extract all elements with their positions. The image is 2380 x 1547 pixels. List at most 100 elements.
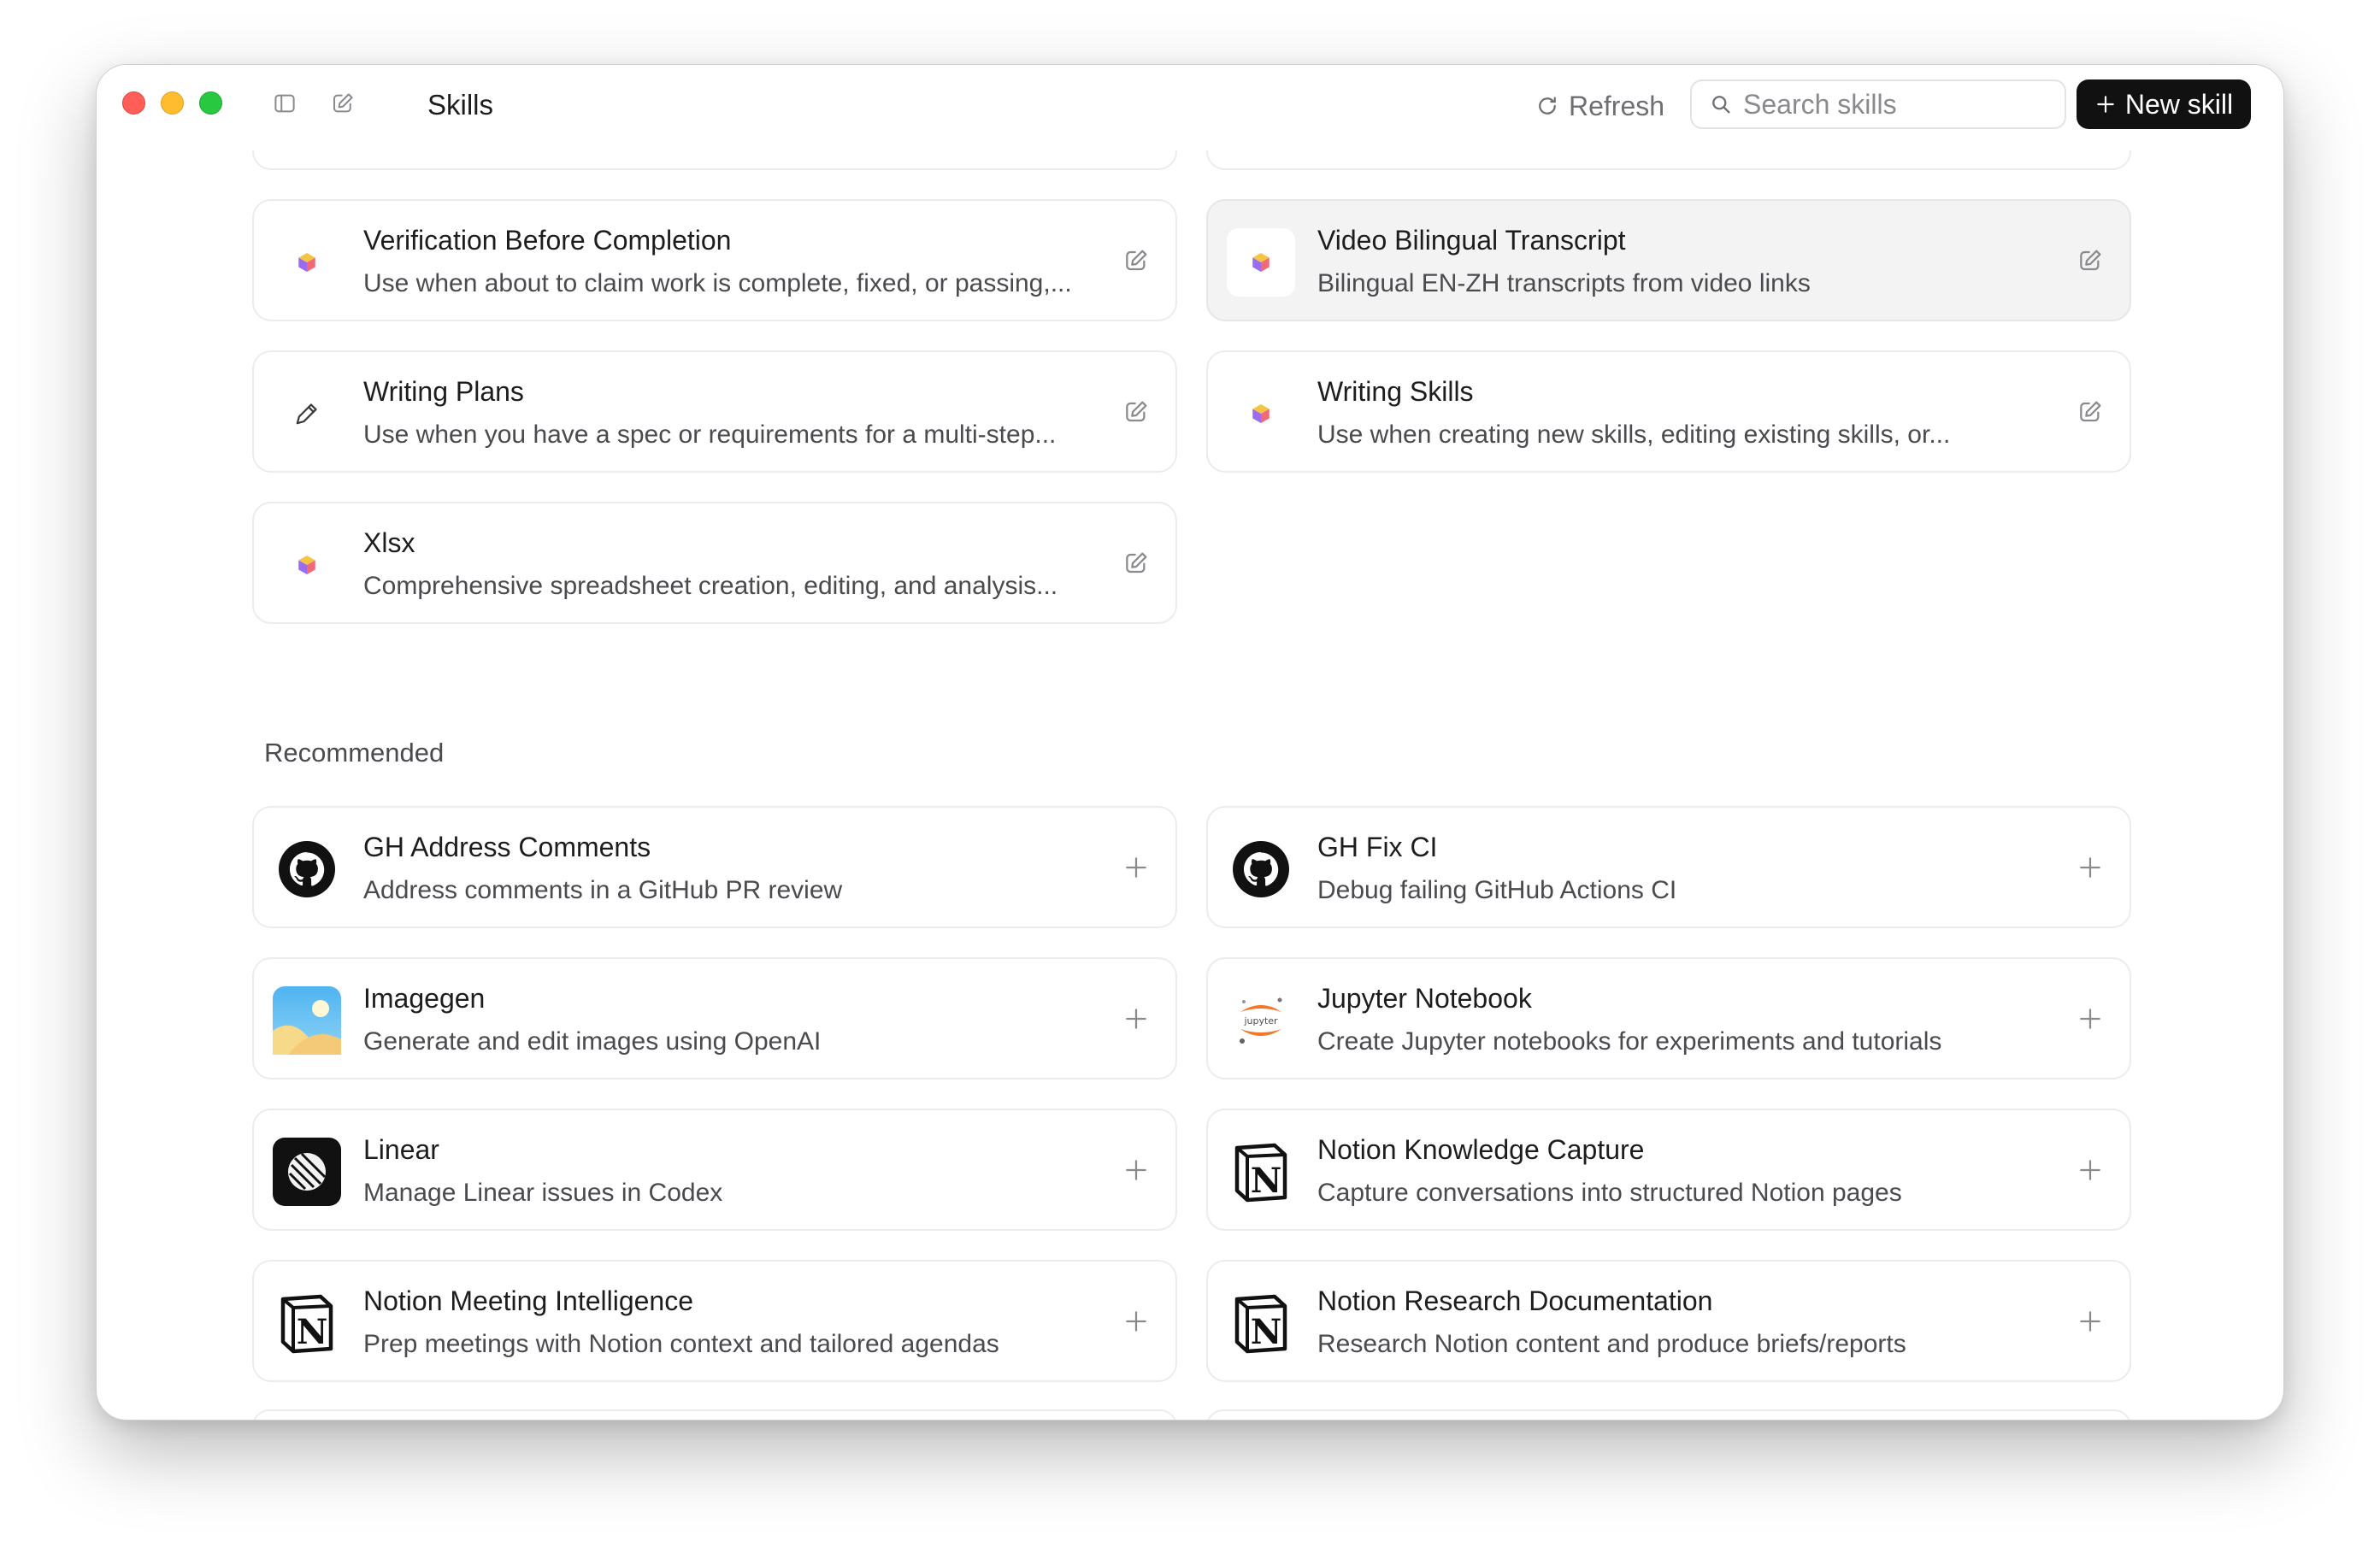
edit-skill-button[interactable] (2073, 244, 2107, 278)
plus-icon (2077, 1308, 2104, 1335)
skill-description: Debug failing GitHub Actions CI (1317, 876, 1677, 904)
plus-icon (1122, 1005, 1150, 1032)
search-placeholder: Search skills (1743, 88, 1897, 120)
recommended-heading: Recommended (264, 738, 445, 768)
plus-icon (1122, 1308, 1150, 1335)
add-skill-button[interactable] (1119, 850, 1153, 885)
edit-skill-button[interactable] (1119, 395, 1153, 429)
jupyter-wordmark: jupyter (1243, 1015, 1278, 1026)
add-skill-button[interactable] (2073, 850, 2107, 885)
recommended-skill-card[interactable]: N Notion Research Documentation Research N… (1206, 1260, 2131, 1382)
skills-content: Using SuperpowersUse when starting any c… (97, 65, 2283, 1420)
pencil-icon (273, 379, 341, 448)
search-input[interactable]: Search skills (1690, 79, 2066, 129)
new-skill-label: New skill (2124, 88, 2234, 120)
github-icon (1227, 835, 1295, 903)
installed-skill-card[interactable]: Video Bilingual Transcript Bilingual EN-Z… (1206, 199, 2131, 321)
notion-wordmark: N (1251, 1312, 1282, 1352)
recommended-skill-card[interactable]: GH Address Comments Address comments in a… (252, 806, 1177, 928)
skill-name: Writing Skills (1317, 376, 1474, 407)
installed-skill-card[interactable]: Xlsx Comprehensive spreadsheet creation, … (252, 502, 1177, 624)
installed-skill-card[interactable]: Verification Before Completion Use when a… (252, 199, 1177, 321)
close-window-button[interactable] (122, 91, 145, 115)
sidebar-toggle-icon[interactable] (269, 88, 300, 119)
skill-description: Create Jupyter notebooks for experiments… (1317, 1027, 1942, 1056)
cube-icon (273, 228, 341, 297)
skill-name: Verification Before Completion (363, 225, 732, 256)
partial-card (252, 1409, 1177, 1420)
edit-skill-button[interactable] (1119, 244, 1153, 278)
edit-icon (1122, 247, 1150, 274)
minimize-window-button[interactable] (161, 91, 184, 115)
skill-name: Writing Plans (363, 376, 524, 407)
next-row-partial (252, 1409, 2131, 1420)
recommended-skill-card[interactable]: N Notion Meeting Intelligence Prep meeting… (252, 1260, 1177, 1382)
edit-icon (2077, 398, 2104, 426)
skill-description: Manage Linear issues in Codex (363, 1179, 723, 1207)
refresh-icon (1539, 97, 1556, 115)
add-skill-button[interactable] (1119, 1304, 1153, 1338)
skill-name: Video Bilingual Transcript (1317, 225, 1626, 256)
notion-icon: N (1227, 1289, 1295, 1357)
notion-icon: N (1227, 1138, 1295, 1206)
add-skill-button[interactable] (1119, 1153, 1153, 1187)
notion-wordmark: N (297, 1312, 328, 1352)
skill-name: Linear (363, 1134, 439, 1165)
search-icon (1712, 96, 1730, 114)
cube-icon (1227, 379, 1295, 448)
title-bar: Skills Refresh Search skills New skill (97, 65, 2283, 150)
plus-icon (1122, 1156, 1150, 1184)
skill-name: Notion Knowledge Capture (1317, 1134, 1645, 1165)
edit-skill-button[interactable] (2073, 395, 2107, 429)
recommended-skill-card[interactable]: N Notion Knowledge Capture Capture convers… (1206, 1109, 2131, 1231)
recommended-skill-card[interactable]: GH Fix CI Debug failing GitHub Actions CI (1206, 806, 2131, 928)
add-skill-button[interactable] (1119, 1002, 1153, 1036)
notion-wordmark: N (1251, 1161, 1282, 1201)
skill-description: Capture conversations into structured No… (1317, 1179, 1902, 1207)
add-skill-button[interactable] (2073, 1304, 2107, 1338)
maximize-window-button[interactable] (199, 91, 222, 115)
plus-icon (2097, 96, 2114, 113)
skill-description: Use when creating new skills, editing ex… (1317, 421, 1951, 449)
edit-skill-button[interactable] (1119, 546, 1153, 580)
skill-name: GH Fix CI (1317, 832, 1438, 862)
linear-icon (273, 1138, 341, 1206)
edit-icon (1122, 398, 1150, 426)
partial-card (1206, 1409, 2131, 1420)
image-icon (273, 986, 341, 1055)
skill-description: Research Notion content and produce brie… (1317, 1330, 1906, 1358)
recommended-skill-card[interactable]: Linear Manage Linear issues in Codex (252, 1109, 1177, 1231)
skill-description: Use when about to claim work is complete… (363, 269, 1072, 297)
skill-name: Jupyter Notebook (1317, 983, 1532, 1014)
cube-icon (273, 531, 341, 599)
skill-description: Prep meetings with Notion context and ta… (363, 1330, 999, 1358)
skill-description: Use when you have a spec or requirements… (363, 421, 1057, 449)
skills-window: Using SuperpowersUse when starting any c… (96, 64, 2284, 1421)
edit-icon (1122, 550, 1150, 577)
cube-icon (1227, 228, 1295, 297)
skill-name: Imagegen (363, 983, 486, 1014)
notion-icon: N (273, 1289, 341, 1357)
skill-name: Xlsx (363, 527, 415, 558)
skill-name: GH Address Comments (363, 832, 651, 862)
add-skill-button[interactable] (2073, 1002, 2107, 1036)
plus-icon (2077, 1005, 2104, 1032)
skill-name: Notion Meeting Intelligence (363, 1285, 694, 1316)
installed-skill-card[interactable]: Writing Plans Use when you have a spec or… (252, 350, 1177, 473)
installed-skill-card[interactable]: Writing Skills Use when creating new skil… (1206, 350, 2131, 473)
skill-description: Comprehensive spreadsheet creation, edit… (363, 572, 1058, 600)
compose-icon[interactable] (327, 88, 358, 119)
refresh-button[interactable]: Refresh (1535, 87, 1664, 125)
recommended-skill-card[interactable]: Imagegen Generate and edit images using O… (252, 957, 1177, 1079)
recommended-skills-grid: GH Address Comments Address comments in a… (252, 806, 2131, 1382)
skill-description: Generate and edit images using OpenAI (363, 1027, 822, 1056)
skill-description: Bilingual EN-ZH transcripts from video l… (1317, 269, 1811, 297)
skill-description: Address comments in a GitHub PR review (363, 876, 843, 904)
github-icon (273, 835, 341, 903)
plus-icon (1122, 854, 1150, 881)
new-skill-button[interactable]: New skill (2077, 79, 2251, 129)
refresh-label: Refresh (1569, 90, 1665, 121)
add-skill-button[interactable] (2073, 1153, 2107, 1187)
recommended-skill-card[interactable]: jupyter Jupyter Notebook Create Jupyter no… (1206, 957, 2131, 1079)
skill-name: Notion Research Documentation (1317, 1285, 1713, 1316)
